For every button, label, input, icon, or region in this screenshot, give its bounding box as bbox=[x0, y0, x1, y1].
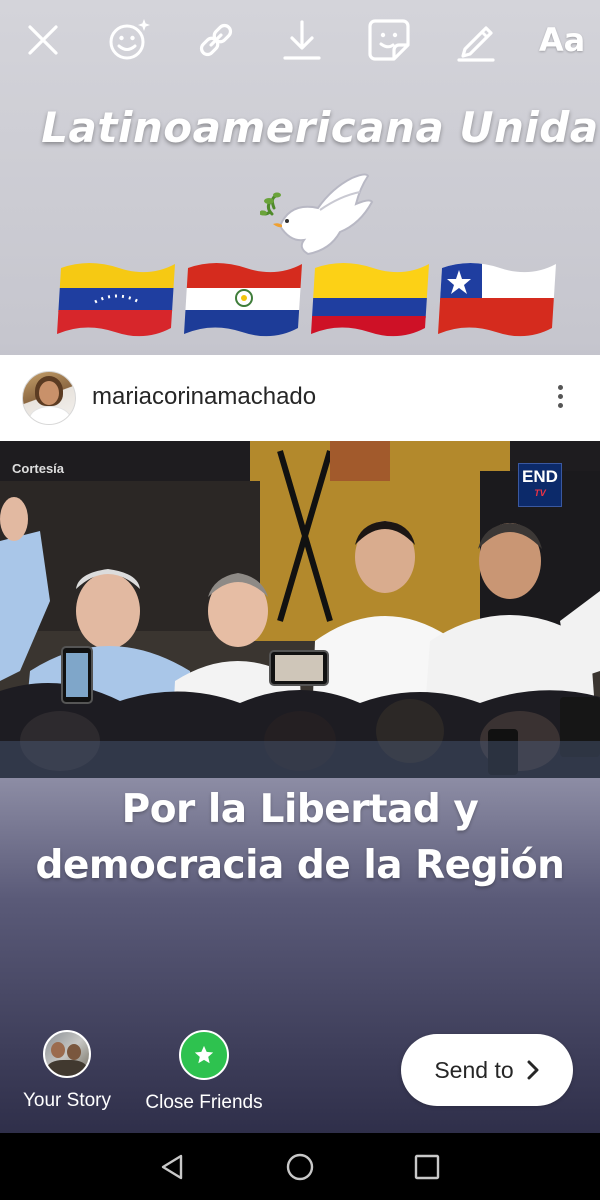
shared-post-header[interactable]: mariacorinamachado bbox=[0, 355, 600, 441]
star-icon bbox=[179, 1030, 229, 1080]
send-to-button[interactable]: Send to bbox=[401, 1034, 573, 1106]
face-sparkle-effects-icon[interactable] bbox=[103, 14, 155, 66]
link-icon[interactable] bbox=[190, 14, 242, 66]
photo-watermark-tv: TV bbox=[534, 488, 546, 498]
post-author-avatar[interactable] bbox=[22, 371, 76, 425]
your-story-avatar bbox=[43, 1030, 91, 1078]
close-friends-label: Close Friends bbox=[145, 1092, 263, 1113]
back-icon[interactable] bbox=[157, 1152, 187, 1182]
flag-paraguay-emoji[interactable] bbox=[182, 258, 306, 340]
photo-watermark-end: END bbox=[522, 467, 558, 486]
send-to-label: Send to bbox=[434, 1056, 514, 1083]
recents-icon[interactable] bbox=[412, 1152, 442, 1182]
story-headline[interactable]: Latinoamericana Unida bbox=[0, 103, 600, 152]
shared-post-photo[interactable]: Cortesía END TV bbox=[0, 441, 600, 778]
caption-line-1: Por la Libertad y bbox=[121, 787, 479, 832]
download-icon[interactable] bbox=[276, 14, 328, 66]
more-options-icon[interactable] bbox=[548, 381, 572, 415]
flag-colombia-emoji[interactable] bbox=[309, 258, 433, 340]
your-story-label: Your Story bbox=[22, 1090, 111, 1111]
pen-draw-icon[interactable] bbox=[450, 14, 502, 66]
android-navigation-bar bbox=[0, 1133, 600, 1200]
home-icon[interactable] bbox=[285, 1152, 315, 1182]
flag-chile-emoji[interactable] bbox=[436, 258, 560, 340]
text-tool-button[interactable]: Aa bbox=[536, 14, 588, 66]
photo-watermark-cortesia: Cortesía bbox=[12, 461, 65, 476]
caption-line-2: democracia de la Región bbox=[35, 843, 565, 888]
flag-venezuela-emoji[interactable] bbox=[55, 258, 179, 340]
sticker-icon[interactable] bbox=[363, 14, 415, 66]
close-icon[interactable] bbox=[17, 14, 69, 66]
close-friends-button[interactable]: Close Friends bbox=[139, 1030, 269, 1114]
chevron-right-icon bbox=[527, 1060, 539, 1080]
story-caption[interactable]: Por la Libertad y democracia de la Regió… bbox=[0, 782, 600, 894]
your-story-button[interactable]: Your Story bbox=[2, 1030, 132, 1112]
post-author-username[interactable]: mariacorinamachado bbox=[92, 383, 316, 411]
photo-watermark-end-tv: END TV bbox=[518, 463, 562, 507]
dove-emoji[interactable] bbox=[260, 168, 378, 260]
story-editor-toolbar: Aa bbox=[0, 0, 600, 80]
